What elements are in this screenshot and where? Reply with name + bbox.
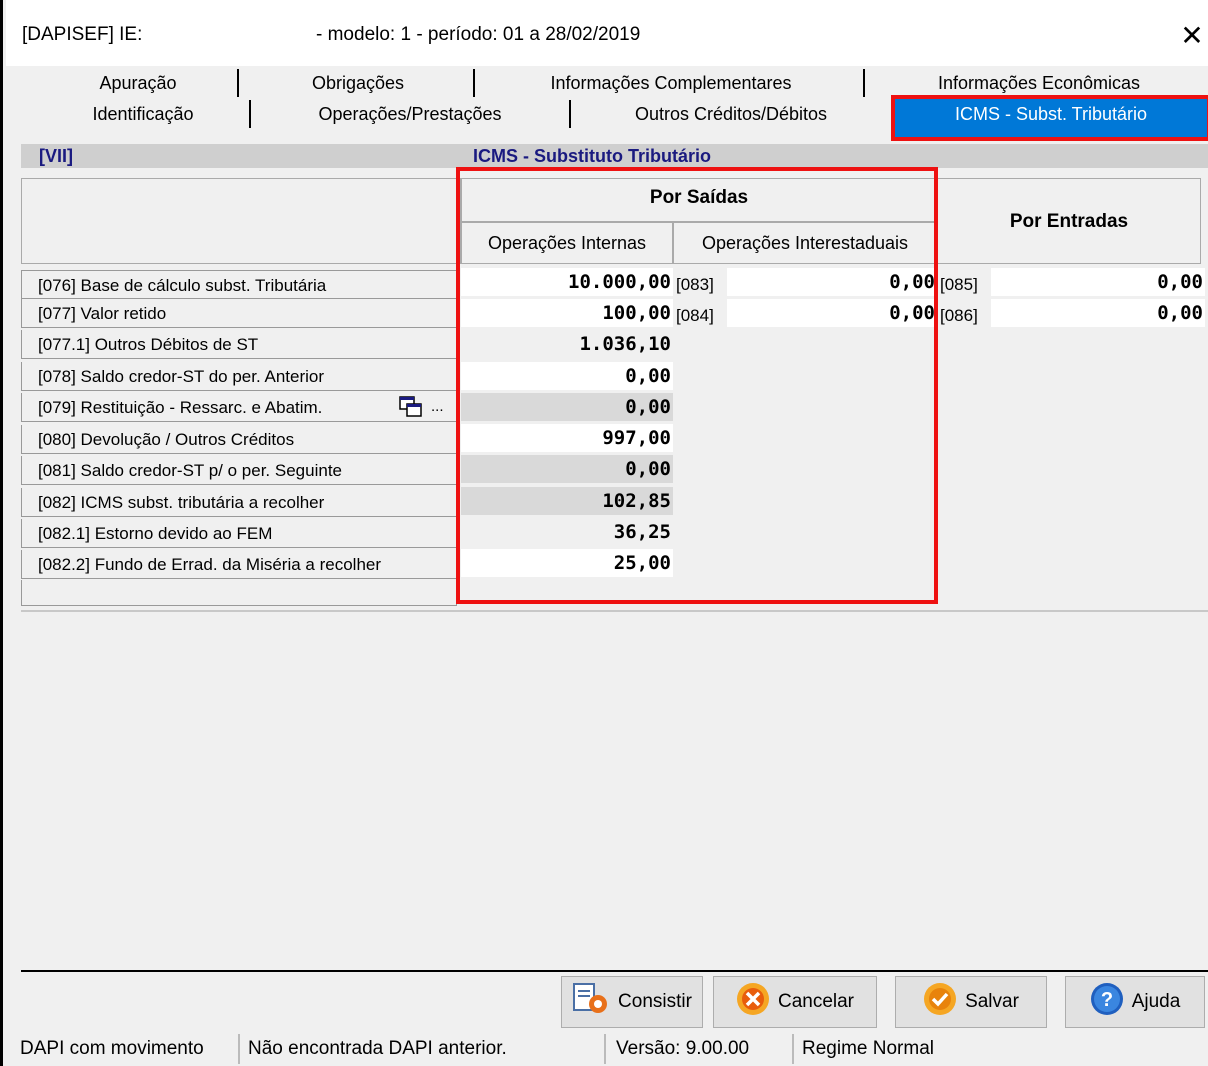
section-number: [VII] [39,146,73,166]
code-085: [085] [940,275,978,294]
salvar-label: Salvar [965,991,1019,1012]
row-label-079-text: [079] Restituição - Ressarc. e Abatim. [38,398,323,417]
status-bar: DAPI com movimento Não encontrada DAPI a… [6,1030,1208,1066]
svg-text:?: ? [1101,989,1113,1011]
status-regime: Regime Normal [802,1038,934,1059]
dapi-window: [DAPISEF] IE: - modelo: 1 - período: 01 … [0,0,1208,1066]
form-divider [21,610,1208,612]
header-blank-cell [21,178,461,264]
row-label-082-1: [082.1] Estorno devido ao FEM [21,519,457,548]
tab-informacoes-economicas[interactable]: Informações Econômicas [869,69,1208,97]
row-label-080: [080] Devolução / Outros Créditos [21,425,457,454]
ajuda-label: Ajuda [1131,991,1181,1012]
cancelar-label: Cancelar [777,991,855,1012]
close-icon[interactable]: ✕ [1174,18,1208,54]
ajuda-button[interactable]: ? Ajuda [1065,976,1205,1028]
row-label-078: [078] Saldo credor-ST do per. Anterior [21,362,457,391]
tab-obrigacoes[interactable]: Obrigações [243,69,473,97]
row-label-079: [079] Restituição - Ressarc. e Abatim. [21,393,457,422]
row-label-081: [081] Saldo credor-ST p/ o per. Seguinte [21,456,457,485]
section-header: [VII] ICMS - Substituto Tributário [21,144,1208,168]
check-icon [923,982,957,1022]
row-label-077-1: [077.1] Outros Débitos de ST [21,330,457,359]
tab-identificacao[interactable]: Identificação [43,100,243,128]
tab-separator [237,69,239,97]
tab-outros-creditos-debitos[interactable]: Outros Créditos/Débitos [575,100,887,128]
consistir-label: Consistir [618,991,692,1012]
tab-apuracao[interactable]: Apuração [43,69,233,97]
consistir-icon [572,982,610,1022]
row-label-filler [21,580,457,606]
value-086[interactable]: 0,00 [991,299,1205,327]
window-title-ie: [DAPISEF] IE: [22,24,143,45]
code-086: [086] [940,306,978,325]
cancelar-button[interactable]: Cancelar [713,976,877,1028]
title-bar: [DAPISEF] IE: - modelo: 1 - período: 01 … [6,0,1208,66]
tab-separator [473,69,475,97]
tab-separator [569,100,571,128]
tab-icms-subst-tributario[interactable]: ICMS - Subst. Tributário [891,95,1208,141]
tab-informacoes-complementares[interactable]: Informações Complementares [479,69,863,97]
window-title-period: - modelo: 1 - período: 01 a 28/02/2019 [316,24,641,45]
status-versao: Versão: 9.00.00 [612,1034,794,1064]
tab-separator [863,69,865,97]
row-label-076: [076] Base de cálculo subst. Tributária [21,270,457,299]
help-icon: ? [1090,982,1124,1022]
header-por-entradas-cell: Por Entradas [937,178,1201,264]
tab-separator [249,100,251,128]
consistir-button[interactable]: Consistir [561,976,703,1028]
highlight-box [456,167,938,604]
details-ellipsis[interactable]: ... [431,398,444,415]
header-por-entradas: Por Entradas [1009,211,1129,232]
value-085[interactable]: 0,00 [991,268,1205,296]
section-title: ICMS - Substituto Tributário [473,146,711,166]
status-movimento: DAPI com movimento [20,1034,240,1064]
details-window-icon[interactable] [399,396,423,418]
status-dapi-anterior: Não encontrada DAPI anterior. [244,1034,606,1064]
tab-operacoes-prestacoes[interactable]: Operações/Prestações [255,100,565,128]
row-label-082-2: [082.2] Fundo de Errad. da Miséria a rec… [21,550,457,579]
salvar-button[interactable]: Salvar [895,976,1047,1028]
row-label-082: [082] ICMS subst. tributária a recolher [21,488,457,517]
cancel-icon [736,982,770,1022]
row-label-077: [077] Valor retido [21,299,457,328]
